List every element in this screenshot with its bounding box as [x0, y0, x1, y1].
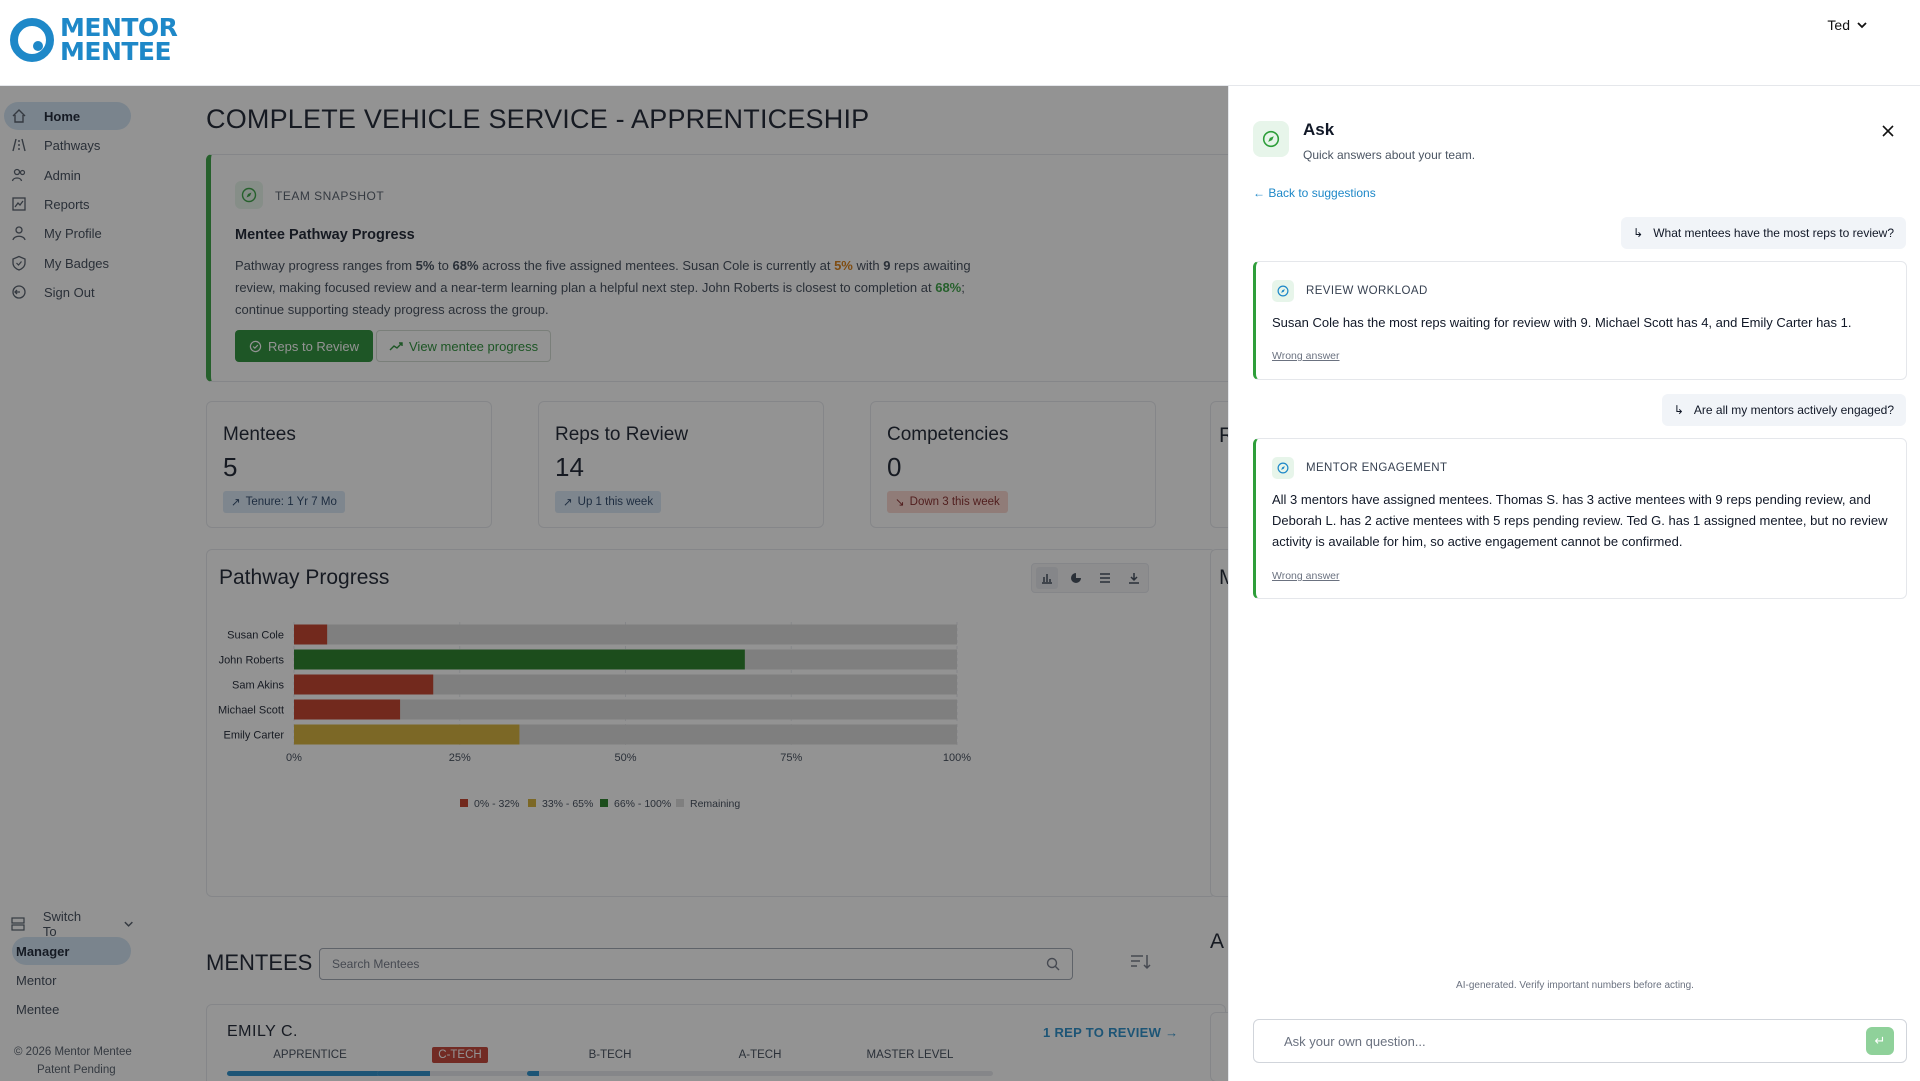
wrong-answer-link[interactable]: Wrong answer	[1272, 350, 1340, 362]
chevron-down-icon	[1857, 22, 1867, 29]
user-question: ↳ What mentees have the most reps to rev…	[1621, 217, 1906, 249]
wrong-answer-link[interactable]: Wrong answer	[1272, 570, 1340, 582]
modal-backdrop[interactable]	[0, 86, 1228, 1081]
enter-icon: ↵	[1874, 1033, 1886, 1048]
panel-title: Ask	[1303, 120, 1335, 139]
compass-icon	[1272, 457, 1294, 479]
user-menu[interactable]: Ted	[1827, 17, 1868, 33]
back-to-suggestions-link[interactable]: ← Back to suggestions	[1253, 186, 1376, 200]
mentor-mentee-logo[interactable]: MENTOR MENTEE	[8, 15, 178, 66]
compass-icon	[1272, 280, 1294, 302]
panel-subtitle: Quick answers about your team.	[1303, 148, 1476, 162]
answer-card: MENTOR ENGAGEMENT All 3 mentors have ass…	[1253, 438, 1907, 599]
close-icon[interactable]	[1881, 122, 1895, 143]
answer-text: Susan Cole has the most reps waiting for…	[1272, 315, 1852, 330]
ask-question-input[interactable]: Ask your own question... ↵	[1253, 1019, 1907, 1063]
logo-mark-icon	[10, 18, 54, 62]
user-name: Ted	[1827, 17, 1850, 33]
ask-panel: Ask Quick answers about your team. ← Bac…	[1228, 86, 1920, 1081]
compass-icon	[1253, 121, 1289, 157]
user-question: ↳ Are all my mentors actively engaged?	[1661, 394, 1906, 426]
input-placeholder: Ask your own question...	[1284, 1033, 1426, 1049]
logo-line2: MENTEE	[60, 37, 172, 66]
send-button[interactable]: ↵	[1866, 1027, 1894, 1055]
app-header: MENTOR MENTEE Ted	[0, 0, 1920, 86]
answer-card: REVIEW WORKLOAD Susan Cole has the most …	[1253, 261, 1907, 380]
reply-arrow-icon: ↳	[1633, 226, 1644, 240]
answer-label: MENTOR ENGAGEMENT	[1306, 462, 1448, 474]
answer-label: REVIEW WORKLOAD	[1306, 285, 1428, 297]
ai-disclaimer: AI-generated. Verify important numbers b…	[1456, 980, 1694, 991]
answer-text: All 3 mentors have assigned mentees. Tho…	[1272, 492, 1888, 549]
reply-arrow-icon: ↳	[1673, 403, 1684, 417]
